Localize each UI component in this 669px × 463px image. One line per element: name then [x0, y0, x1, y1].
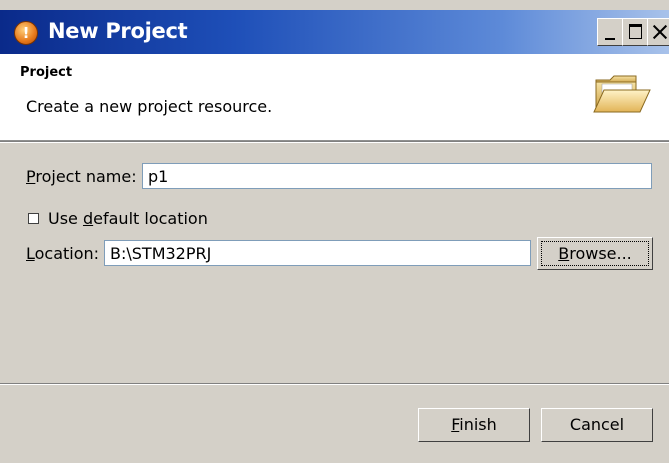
- finish-button[interactable]: Finish: [418, 408, 530, 442]
- footer-separator: [0, 383, 669, 385]
- banner-separator: [0, 141, 669, 143]
- use-default-location-checkbox[interactable]: [28, 213, 39, 224]
- new-project-dialog: ! New Project Project Create a new proje…: [0, 0, 669, 463]
- cancel-label: Cancel: [569, 415, 625, 434]
- finish-label: Finish: [451, 415, 497, 434]
- banner-description: Create a new project resource.: [26, 97, 273, 116]
- open-folder-icon: [593, 75, 651, 113]
- window-title: New Project: [48, 19, 188, 43]
- wizard-banner: Project Create a new project resource.: [0, 54, 669, 141]
- location-label: Location:: [26, 244, 100, 263]
- project-name-input[interactable]: [142, 163, 652, 189]
- use-default-location-label[interactable]: Use default location: [48, 209, 208, 228]
- browse-button[interactable]: Browse...: [537, 237, 653, 270]
- cancel-button[interactable]: Cancel: [541, 408, 653, 442]
- browse-label: Browse...: [558, 244, 632, 263]
- maximize-button[interactable]: [622, 18, 648, 46]
- minimize-button[interactable]: [597, 18, 623, 46]
- banner-title: Project: [20, 65, 73, 80]
- project-name-label: Project name:: [26, 167, 137, 186]
- location-input[interactable]: [104, 240, 531, 266]
- title-bar[interactable]: ! New Project: [0, 10, 669, 54]
- close-button[interactable]: [647, 18, 669, 46]
- app-icon: !: [14, 21, 38, 45]
